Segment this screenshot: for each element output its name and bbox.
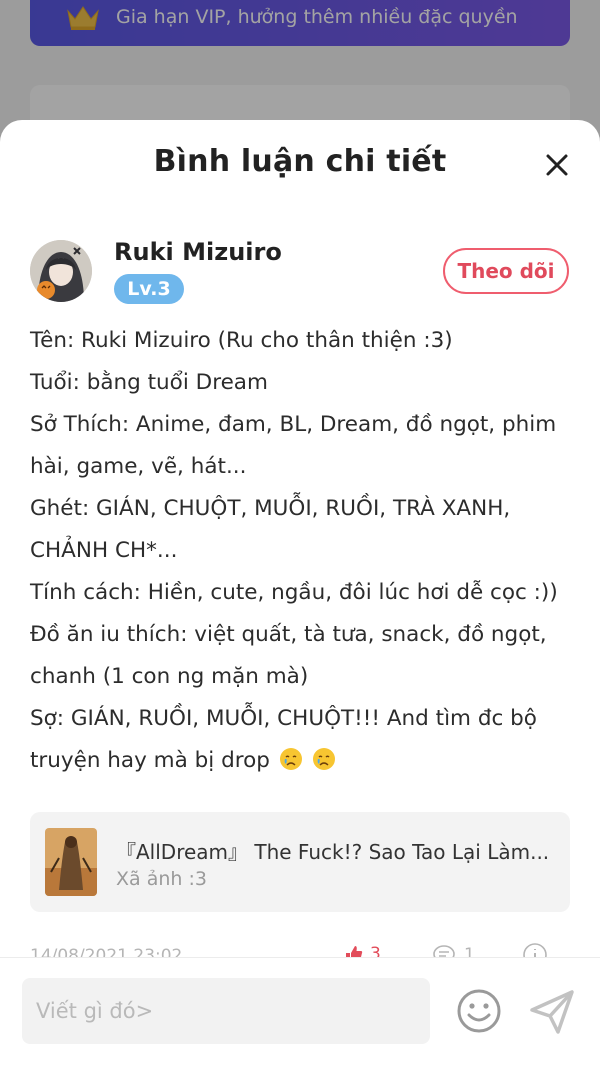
avatar[interactable] <box>30 240 92 302</box>
crying-face-icon <box>312 748 335 770</box>
comment-line: chanh (1 con ng mặn mà) <box>30 664 309 689</box>
comment-line: Tính cách: Hiền, cute, ngầu, đôi lúc hơi… <box>30 580 558 605</box>
comment-line: Tuổi: bằng tuổi Dream <box>30 370 268 395</box>
linked-story-card[interactable]: 『AllDream』 The Fuck!? Sao Tao Lại Làm...… <box>30 812 570 912</box>
story-cover <box>45 828 97 896</box>
comment-last-line: truyện hay mà bị drop <box>30 740 570 782</box>
sheet-title: Bình luận chi tiết <box>153 144 447 179</box>
comment-line: Sở Thích: Anime, đam, BL, Dream, đồ ngọt… <box>30 412 557 437</box>
comment-line-text: truyện hay mà bị drop <box>30 748 270 773</box>
comment-input[interactable] <box>22 978 430 1044</box>
comment-detail-sheet: Bình luận chi tiết Ruki Mizuiro Lv.3 The… <box>0 120 600 1065</box>
follow-button[interactable]: Theo dõi <box>443 248 569 294</box>
comment-line: Tên: Ruki Mizuiro (Ru cho thân thiện :3) <box>30 328 453 353</box>
comment-line: Sợ: GIÁN, RUỒI, MUỖI, CHUỘT!!! And tìm đ… <box>30 706 537 731</box>
comment-text: Tên: Ruki Mizuiro (Ru cho thân thiện :3)… <box>30 320 570 782</box>
story-subtitle: Xã ảnh :3 <box>116 868 207 890</box>
author-name[interactable]: Ruki Mizuiro <box>114 238 282 266</box>
comment-line: CHẢNH CH*... <box>30 538 178 563</box>
comment-author: Ruki Mizuiro Lv.3 Theo dõi <box>30 238 570 308</box>
comment-line: hài, game, vẽ, hát... <box>30 454 247 479</box>
close-icon[interactable] <box>542 150 572 180</box>
story-title: 『AllDream』 The Fuck!? Sao Tao Lại Làm... <box>116 840 550 864</box>
send-icon[interactable] <box>528 988 576 1036</box>
level-badge: Lv.3 <box>114 274 184 304</box>
comment-line: Đồ ăn iu thích: việt quất, tà tưa, snack… <box>30 622 547 647</box>
avatar-image <box>30 240 92 302</box>
comment-composer <box>0 957 600 1065</box>
emoji-icon[interactable] <box>456 988 502 1034</box>
crying-face-icon <box>279 748 302 770</box>
comment-line: Ghét: GIÁN, CHUỘT, MUỖI, RUỒI, TRÀ XANH, <box>30 496 511 521</box>
